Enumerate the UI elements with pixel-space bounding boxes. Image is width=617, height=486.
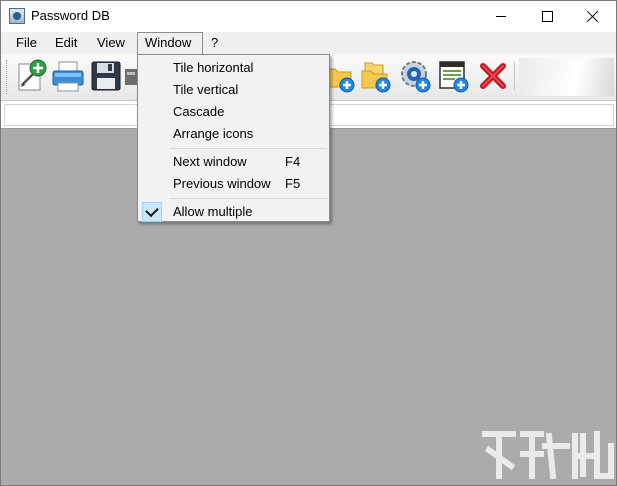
print-button[interactable] — [51, 59, 85, 93]
minimize-button[interactable] — [478, 1, 524, 31]
toolbar-banner — [519, 58, 614, 96]
maximize-button[interactable] — [524, 1, 570, 31]
title-bar[interactable]: Password DB — [1, 1, 616, 31]
new-entry-button[interactable] — [14, 59, 48, 93]
menu-bar: File Edit View Window ? — [1, 32, 616, 54]
check-highlight — [142, 202, 162, 222]
menu-separator — [170, 148, 327, 149]
menu-item-label: Tile horizontal — [173, 60, 254, 75]
menu-item-arrange-icons[interactable]: Arrange icons — [140, 123, 327, 145]
menu-item-shortcut: F5 — [285, 176, 301, 191]
menu-item-previous-window[interactable]: Previous window F5 — [140, 173, 327, 195]
save-button[interactable] — [89, 59, 123, 93]
menu-help[interactable]: ? — [204, 32, 225, 54]
menu-item-label: Tile vertical — [173, 82, 239, 97]
app-window: Password DB File Edit View Window ? Tile… — [0, 0, 617, 486]
delete-button[interactable] — [476, 59, 510, 93]
menu-item-shortcut: F4 — [285, 154, 301, 169]
menu-item-next-window[interactable]: Next window F4 — [140, 151, 327, 173]
menu-edit[interactable]: Edit — [48, 32, 84, 54]
maximize-icon — [541, 10, 553, 22]
menu-file[interactable]: File — [9, 32, 44, 54]
print-icon — [52, 61, 84, 92]
add-subfolder-icon — [361, 62, 391, 93]
menu-item-label: Arrange icons — [173, 126, 254, 141]
menu-view[interactable]: View — [90, 32, 132, 54]
menu-item-tile-horizontal[interactable]: Tile horizontal — [140, 57, 327, 79]
add-web-entry-button[interactable] — [399, 59, 433, 93]
watermark-logo — [482, 431, 614, 480]
close-icon — [587, 10, 599, 22]
add-subfolder-button[interactable] — [359, 59, 393, 93]
checkmark-icon — [145, 203, 159, 218]
save-icon — [91, 61, 121, 91]
menu-item-label: Cascade — [173, 104, 225, 119]
add-card-icon — [439, 61, 469, 93]
window-menu-dropdown: Tile horizontal Tile vertical Cascade Ar… — [137, 54, 330, 222]
delete-icon — [480, 63, 506, 89]
menu-item-label: Allow multiple — [173, 204, 253, 219]
add-card-button[interactable] — [437, 59, 471, 93]
menu-item-label: Next window — [173, 154, 247, 169]
menu-item-label: Previous window — [173, 176, 271, 191]
new-entry-icon — [18, 59, 47, 91]
menu-item-cascade[interactable]: Cascade — [140, 101, 327, 123]
menu-item-allow-multiple[interactable]: Allow multiple — [140, 201, 327, 223]
window-title: Password DB — [31, 8, 110, 23]
menu-window[interactable]: Window — [137, 32, 203, 54]
menu-separator — [170, 198, 327, 199]
minimize-icon — [496, 15, 506, 17]
close-button[interactable] — [570, 1, 616, 31]
toolbar-grip[interactable] — [6, 60, 10, 94]
menu-item-tile-vertical[interactable]: Tile vertical — [140, 79, 327, 101]
app-icon[interactable] — [9, 8, 25, 24]
toolbar-separator — [514, 62, 515, 90]
add-web-entry-icon — [401, 61, 431, 93]
